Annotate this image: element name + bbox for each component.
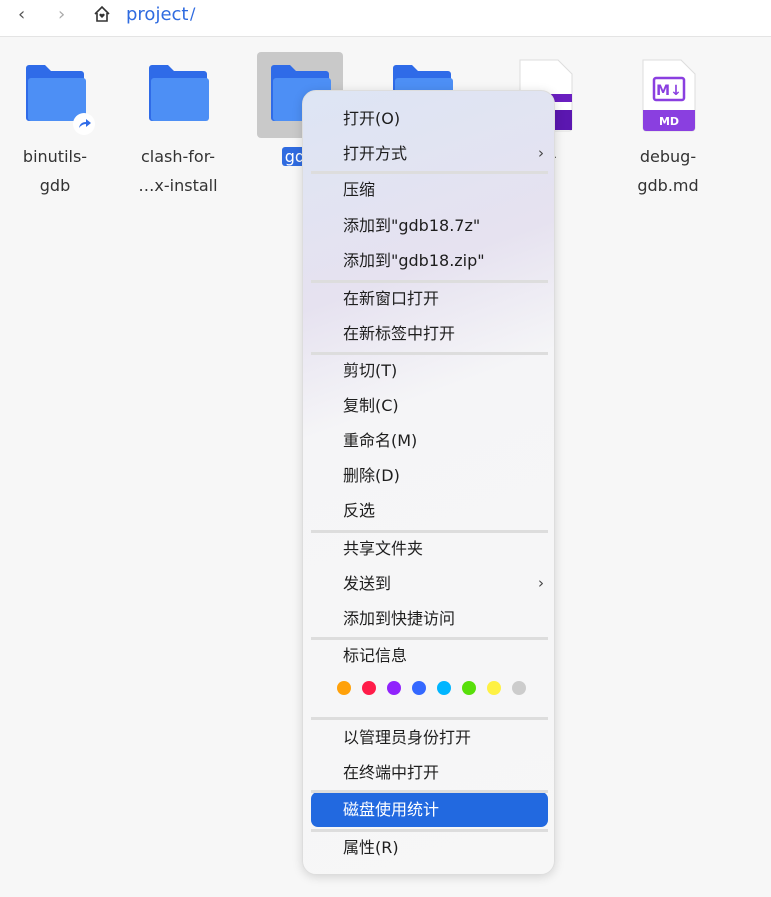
menu-separator: [311, 280, 548, 283]
home-icon[interactable]: [93, 5, 111, 23]
tag-color-dot[interactable]: [412, 681, 426, 695]
breadcrumb-project[interactable]: project: [126, 4, 188, 25]
file-name: clash-for- …x-install: [138, 147, 218, 195]
tag-color-dot[interactable]: [387, 681, 401, 695]
file-name: debug-gdb.md: [637, 147, 699, 195]
menu-item-invert-selection[interactable]: 反选: [311, 493, 548, 528]
folder-icon: [149, 65, 209, 121]
file-name: binutils-gdb: [22, 147, 88, 195]
menu-item-rename[interactable]: 重命名(M): [311, 423, 548, 458]
back-button[interactable]: ‹: [18, 4, 25, 25]
file-item[interactable]: clash-for- …x-install: [123, 52, 233, 200]
menu-separator: [311, 637, 548, 640]
file-item[interactable]: M↓ MD debug-gdb.md: [613, 52, 723, 200]
menu-item-properties[interactable]: 属性(R): [311, 830, 548, 865]
menu-item-share-folder[interactable]: 共享文件夹: [311, 531, 548, 566]
forward-button[interactable]: ›: [58, 4, 65, 25]
svg-text:M↓: M↓: [656, 83, 682, 99]
menu-separator: [311, 530, 548, 533]
menu-item-compress[interactable]: 压缩: [311, 172, 548, 207]
menu-item-open-new-tab[interactable]: 在新标签中打开: [311, 316, 548, 351]
link-badge-icon: [73, 113, 95, 135]
menu-item-delete[interactable]: 删除(D): [311, 458, 548, 493]
chevron-right-icon: ›: [538, 144, 544, 162]
file-icon-wrap: [12, 52, 98, 138]
menu-separator: [311, 717, 548, 720]
tag-color-dot[interactable]: [337, 681, 351, 695]
toolbar: ‹ › project /: [0, 0, 771, 37]
menu-separator: [311, 171, 548, 174]
file-icon-wrap: M↓ MD: [625, 52, 711, 138]
tag-color-dot[interactable]: [362, 681, 376, 695]
tag-color-dot[interactable]: [462, 681, 476, 695]
file-item[interactable]: binutils-gdb: [0, 52, 110, 200]
menu-item-add-to-zip[interactable]: 添加到"gdb18.zip": [311, 243, 548, 278]
menu-separator: [311, 790, 548, 793]
menu-item-disk-usage[interactable]: 磁盘使用统计: [311, 792, 548, 827]
breadcrumb-separator: /: [190, 4, 196, 23]
menu-item-cut[interactable]: 剪切(T): [311, 353, 548, 388]
menu-item-add-to-7z[interactable]: 添加到"gdb18.7z": [311, 208, 548, 243]
menu-item-open-with[interactable]: 打开方式 ›: [311, 136, 548, 171]
menu-item-send-to[interactable]: 发送到 ›: [311, 566, 548, 601]
menu-item-open[interactable]: 打开(O): [311, 101, 548, 136]
file-icon-wrap: [135, 52, 221, 138]
chevron-right-icon: ›: [538, 574, 544, 592]
tag-color-dot[interactable]: [437, 681, 451, 695]
menu-item-open-new-window[interactable]: 在新窗口打开: [311, 281, 548, 316]
menu-separator: [311, 352, 548, 355]
menu-item-add-quick-access[interactable]: 添加到快捷访问: [311, 601, 548, 636]
tag-color-dot[interactable]: [487, 681, 501, 695]
menu-item-open-in-terminal[interactable]: 在终端中打开: [311, 755, 548, 790]
markdown-file-icon: M↓ MD: [642, 59, 696, 132]
menu-item-open-as-admin[interactable]: 以管理员身份打开: [311, 720, 548, 755]
menu-item-copy[interactable]: 复制(C): [311, 388, 548, 423]
menu-separator: [311, 829, 548, 832]
context-menu: 打开(O) 打开方式 › 压缩 添加到"gdb18.7z" 添加到"gdb18.zip" 在…: [302, 90, 555, 875]
svg-text:MD: MD: [659, 115, 679, 128]
menu-item-tag-info: 标记信息: [343, 646, 408, 665]
tag-color-dot[interactable]: [512, 681, 526, 695]
